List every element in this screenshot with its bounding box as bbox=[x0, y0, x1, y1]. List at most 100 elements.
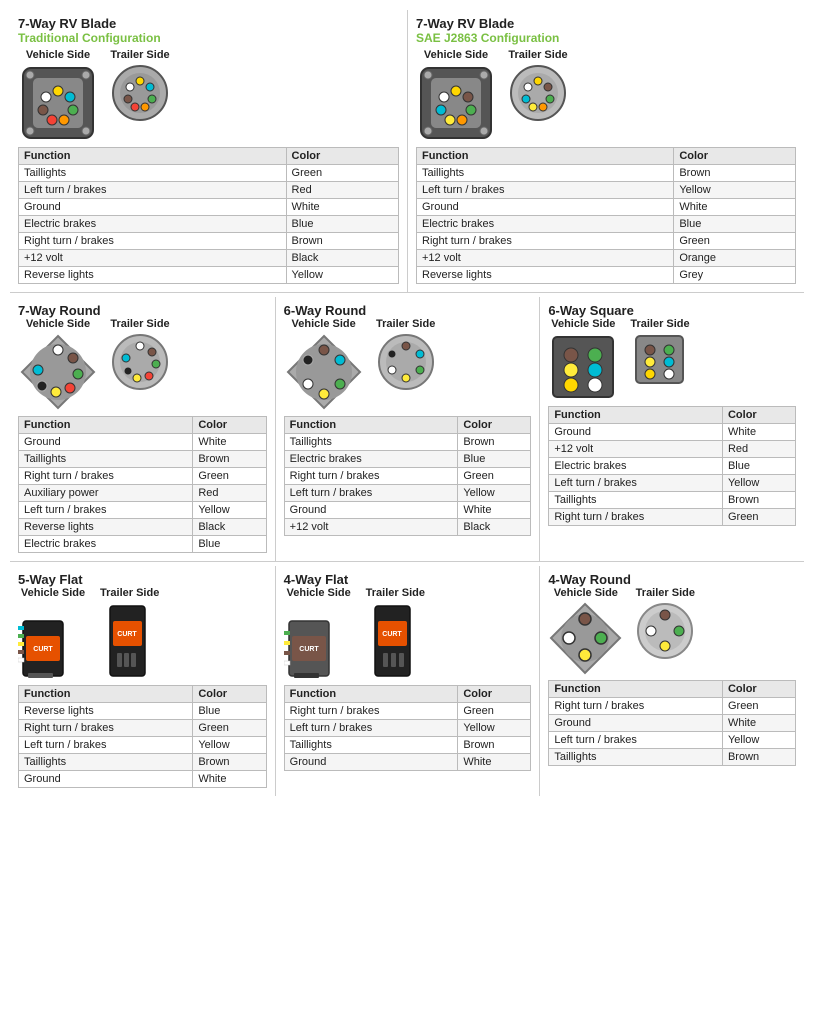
section-4way-flat: 4-Way Flat Vehicle Side CURT Trailer Sid… bbox=[275, 566, 540, 796]
table-row: TaillightsBrown bbox=[549, 492, 796, 509]
table-row: Right turn / brakesGreen bbox=[284, 703, 531, 720]
table-row: GroundWhite bbox=[19, 434, 267, 451]
table-row: Right turn / brakesGreen bbox=[19, 468, 267, 485]
table-row: GroundWhite bbox=[417, 199, 796, 216]
rv-blade-vehicle-svg bbox=[18, 63, 98, 143]
table-row: Electric brakesBlue bbox=[19, 536, 267, 553]
table-row: +12 voltBlack bbox=[19, 250, 399, 267]
vehicle-side-7way-round: Vehicle Side bbox=[18, 318, 98, 412]
table-5way-flat: Function Color Reverse lightsBlueRight t… bbox=[18, 685, 267, 788]
vehicle-side-6way-square: Vehicle Side bbox=[548, 318, 618, 402]
trailer-side-6way-square: Trailer Side bbox=[630, 318, 689, 402]
table-row: TaillightsBrown bbox=[417, 165, 796, 182]
svg-text:CURT: CURT bbox=[117, 631, 137, 638]
section-6way-round: 6-Way Round Vehicle Side Trailer Side bbox=[275, 297, 540, 561]
title-4way-round: 4-Way Round bbox=[548, 572, 796, 587]
table-row: Reverse lightsGrey bbox=[417, 267, 796, 284]
table-row: Electric brakesBlue bbox=[284, 451, 531, 468]
trailer-side-rv-sae: Trailer Side bbox=[508, 49, 568, 143]
table-row: GroundWhite bbox=[19, 771, 267, 788]
table-rv-sae: Function Color TaillightsBrownLeft turn … bbox=[416, 147, 796, 284]
title-7way-round: 7-Way Round bbox=[18, 303, 267, 318]
table-row: GroundWhite bbox=[549, 424, 796, 441]
rv-sae-vehicle-svg bbox=[416, 63, 496, 143]
table-row: TaillightsBrown bbox=[284, 737, 531, 754]
4way-round-vehicle-svg bbox=[548, 601, 623, 676]
5way-flat-trailer-svg: CURT bbox=[105, 601, 155, 681]
rv-sae-trailer-svg bbox=[508, 63, 568, 123]
trailer-side-rv-traditional: Trailer Side bbox=[110, 49, 170, 143]
section-5way-flat: 5-Way Flat Vehicle Side CURT bbox=[10, 566, 275, 796]
table-row: Left turn / brakesYellow bbox=[19, 737, 267, 754]
table-row: Left turn / brakesYellow bbox=[284, 485, 531, 502]
rv-blade-trailer-svg bbox=[110, 63, 170, 123]
vehicle-side-4way-round: Vehicle Side bbox=[548, 587, 623, 676]
table-4way-round: Function Color Right turn / brakesGreenG… bbox=[548, 680, 796, 766]
vehicle-side-6way-round: Vehicle Side bbox=[284, 318, 364, 412]
trailer-side-4way-flat: Trailer Side CURT bbox=[366, 587, 425, 681]
table-row: TaillightsBrown bbox=[284, 434, 531, 451]
6way-round-vehicle-svg bbox=[284, 332, 364, 412]
title-5way-flat: 5-Way Flat bbox=[18, 572, 267, 587]
trailer-side-5way-flat: Trailer Side CURT bbox=[100, 587, 159, 681]
section-rv-blade-sae: 7-Way RV Blade SAE J2863 Configuration V… bbox=[407, 10, 804, 292]
table-row: TaillightsBrown bbox=[549, 749, 796, 766]
table-row: Right turn / brakesBrown bbox=[19, 233, 399, 250]
table-6way-round: Function Color TaillightsBrownElectric b… bbox=[284, 416, 532, 536]
table-row: Reverse lightsBlue bbox=[19, 703, 267, 720]
table-row: Left turn / brakesYellow bbox=[284, 720, 531, 737]
6way-square-trailer-svg bbox=[632, 332, 687, 387]
svg-text:CURT: CURT bbox=[299, 646, 319, 653]
table-row: Left turn / brakesRed bbox=[19, 182, 399, 199]
table-row: Right turn / brakesGreen bbox=[284, 468, 531, 485]
trailer-side-6way-round: Trailer Side bbox=[376, 318, 436, 412]
table-row: Reverse lightsBlack bbox=[19, 519, 267, 536]
title-6way-square: 6-Way Square bbox=[548, 303, 796, 318]
5way-flat-vehicle-svg: CURT bbox=[18, 601, 88, 681]
section-6way-square: 6-Way Square Vehicle Side Trailer Side bbox=[539, 297, 804, 561]
title-6way-round: 6-Way Round bbox=[284, 303, 532, 318]
table-row: Electric brakesBlue bbox=[549, 458, 796, 475]
4way-round-trailer-svg bbox=[635, 601, 695, 661]
svg-text:CURT: CURT bbox=[383, 631, 403, 638]
title-4way-flat: 4-Way Flat bbox=[284, 572, 532, 587]
table-row: +12 voltOrange bbox=[417, 250, 796, 267]
table-row: Right turn / brakesGreen bbox=[19, 720, 267, 737]
6way-square-vehicle-svg bbox=[548, 332, 618, 402]
vehicle-side-rv-sae: Vehicle Side bbox=[416, 49, 496, 143]
table-row: GroundWhite bbox=[19, 199, 399, 216]
subtitle-rv-traditional: Traditional Configuration bbox=[18, 31, 399, 45]
table-6way-square: Function Color GroundWhite+12 voltRedEle… bbox=[548, 406, 796, 526]
title-rv-traditional: 7-Way RV Blade bbox=[18, 16, 399, 31]
table-row: GroundWhite bbox=[284, 754, 531, 771]
section-7way-round: 7-Way Round Vehicle Side bbox=[10, 297, 275, 561]
6way-round-trailer-svg bbox=[376, 332, 436, 392]
table-row: Right turn / brakesGreen bbox=[549, 509, 796, 526]
4way-flat-trailer-svg: CURT bbox=[370, 601, 420, 681]
table-row: GroundWhite bbox=[549, 715, 796, 732]
table-row: Electric brakesBlue bbox=[19, 216, 399, 233]
table-row: GroundWhite bbox=[284, 502, 531, 519]
7way-round-trailer-svg bbox=[110, 332, 170, 392]
trailer-side-4way-round: Trailer Side bbox=[635, 587, 695, 676]
table-row: Left turn / brakesYellow bbox=[549, 475, 796, 492]
table-row: Reverse lightsYellow bbox=[19, 267, 399, 284]
table-row: +12 voltRed bbox=[549, 441, 796, 458]
table-row: +12 voltBlack bbox=[284, 519, 531, 536]
title-rv-sae: 7-Way RV Blade bbox=[416, 16, 796, 31]
trailer-side-7way-round: Trailer Side bbox=[110, 318, 170, 412]
subtitle-rv-sae: SAE J2863 Configuration bbox=[416, 31, 796, 45]
vehicle-side-5way-flat: Vehicle Side CURT bbox=[18, 587, 88, 681]
7way-round-vehicle-svg bbox=[18, 332, 98, 412]
table-row: Right turn / brakesGreen bbox=[417, 233, 796, 250]
table-4way-flat: Function Color Right turn / brakesGreenL… bbox=[284, 685, 532, 771]
table-row: TaillightsBrown bbox=[19, 451, 267, 468]
table-rv-traditional: Function Color TaillightsGreenLeft turn … bbox=[18, 147, 399, 284]
table-row: Right turn / brakesGreen bbox=[549, 698, 796, 715]
table-row: Auxiliary powerRed bbox=[19, 485, 267, 502]
svg-text:CURT: CURT bbox=[33, 646, 53, 653]
table-row: TaillightsGreen bbox=[19, 165, 399, 182]
vehicle-side-rv-traditional: Vehicle Side bbox=[18, 49, 98, 143]
table-row: TaillightsBrown bbox=[19, 754, 267, 771]
table-row: Left turn / brakesYellow bbox=[19, 502, 267, 519]
